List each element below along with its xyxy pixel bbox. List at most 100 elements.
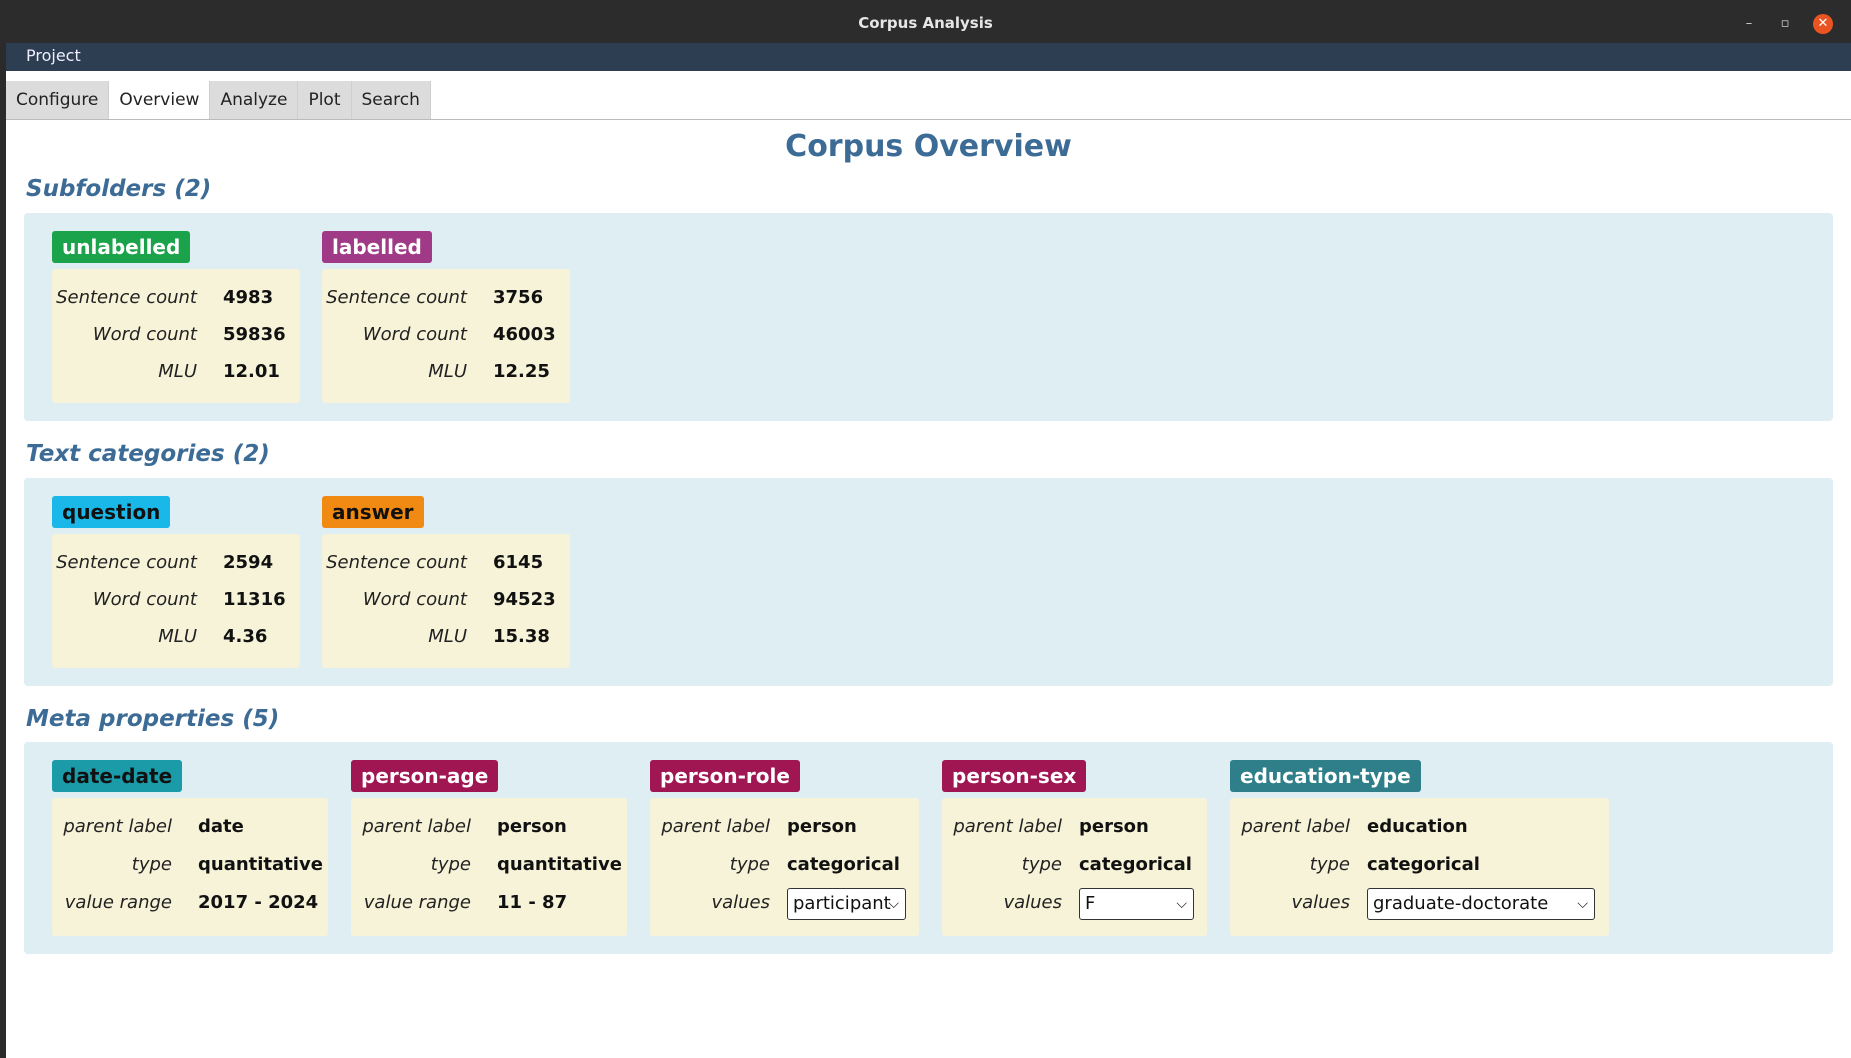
meta-label: type xyxy=(131,854,172,875)
stat-value: 59836 xyxy=(223,324,286,345)
category-stats: Sentence count 2594 Word count 11316 MLU 4.36 xyxy=(52,534,300,668)
tab-search[interactable]: Search xyxy=(351,81,431,119)
stat-label: Sentence count xyxy=(326,287,467,308)
select-value: F xyxy=(1085,893,1096,914)
tab-configure[interactable]: Configure xyxy=(6,81,110,119)
section-title-meta-properties: Meta properties (5) xyxy=(26,706,280,732)
meta-value: categorical xyxy=(787,854,900,875)
meta-row: values graduate-doctorate ⌵ xyxy=(1230,888,1609,920)
meta-card-person-sex: person-sex parent label person type categori… xyxy=(942,760,1207,938)
values-select[interactable]: participant ⌵ xyxy=(787,888,906,920)
meta-label: parent label xyxy=(661,816,770,837)
category-card-question: question Sentence count 2594 Word count 1131… xyxy=(52,496,300,668)
menu-project[interactable]: Project xyxy=(26,46,81,65)
subfolder-card-labelled: labelled Sentence count 3756 Word count 4600… xyxy=(322,231,570,403)
stat-label: Word count xyxy=(362,324,467,345)
category-stats: Sentence count 6145 Word count 94523 MLU 15.3… xyxy=(322,534,570,668)
meta-row: values participant ⌵ xyxy=(650,888,919,920)
app-content: Configure Overview Analyze Plot Search C… xyxy=(6,71,1851,1058)
subfolders-panel: unlabelled Sentence count 4983 Word count 59… xyxy=(24,213,1833,421)
stat-row: Sentence count 4983 xyxy=(52,287,300,311)
meta-card-person-role: person-role parent label person type categor… xyxy=(650,760,919,938)
meta-value: education xyxy=(1367,816,1468,837)
meta-properties-panel: date-date parent label date type quantitativ… xyxy=(24,742,1833,954)
stat-label: MLU xyxy=(158,626,197,647)
meta-row: type quantitative xyxy=(351,854,627,878)
tab-divider xyxy=(6,119,1851,120)
meta-value: person xyxy=(787,816,857,837)
minimize-icon[interactable]: – xyxy=(1741,16,1757,32)
meta-row: type categorical xyxy=(942,854,1207,878)
meta-label: value range xyxy=(363,892,471,913)
stat-row: Sentence count 2594 xyxy=(52,552,300,576)
meta-value: person xyxy=(497,816,567,837)
meta-label: parent label xyxy=(63,816,172,837)
meta-label: values xyxy=(1291,892,1350,913)
stat-label: Sentence count xyxy=(326,552,467,573)
meta-tag: person-age xyxy=(351,760,499,792)
tab-plot[interactable]: Plot xyxy=(298,81,352,119)
meta-row: type categorical xyxy=(650,854,919,878)
values-select[interactable]: F ⌵ xyxy=(1079,888,1194,920)
meta-properties: parent label date type quantitative value ra… xyxy=(52,798,328,936)
stat-value: 11316 xyxy=(223,589,286,610)
select-value: participant xyxy=(793,893,891,914)
stat-row: Word count 46003 xyxy=(322,324,570,348)
meta-label: type xyxy=(1021,854,1062,875)
tab-overview[interactable]: Overview xyxy=(109,81,211,119)
meta-value: 2017 - 2024 xyxy=(198,892,319,913)
stat-row: MLU 15.38 xyxy=(322,626,570,650)
meta-value: quantitative xyxy=(497,854,622,875)
page-title: Corpus Overview xyxy=(785,129,1072,164)
stat-row: Word count 11316 xyxy=(52,589,300,613)
tab-analyze[interactable]: Analyze xyxy=(210,81,299,119)
meta-row: type categorical xyxy=(1230,854,1609,878)
meta-properties: parent label person type categorical values p… xyxy=(650,798,919,936)
maximize-icon[interactable]: ▫ xyxy=(1777,16,1793,32)
meta-row: value range 11 - 87 xyxy=(351,892,627,916)
meta-label: parent label xyxy=(1241,816,1350,837)
meta-card-education-type: education-type parent label education type c… xyxy=(1230,760,1609,938)
stat-label: MLU xyxy=(428,626,467,647)
meta-row: type quantitative xyxy=(52,854,328,878)
select-value: graduate-doctorate xyxy=(1373,893,1549,914)
stat-label: Word count xyxy=(92,324,197,345)
stat-label: Word count xyxy=(362,589,467,610)
text-categories-panel: question Sentence count 2594 Word count 1131… xyxy=(24,478,1833,686)
meta-row: parent label person xyxy=(650,816,919,840)
subfolder-stats: Sentence count 4983 Word count 59836 MLU 12.0… xyxy=(52,269,300,403)
meta-label: values xyxy=(1003,892,1062,913)
meta-row: parent label person xyxy=(351,816,627,840)
stat-row: MLU 4.36 xyxy=(52,626,300,650)
section-title-text-categories: Text categories (2) xyxy=(26,441,270,467)
meta-tag: date-date xyxy=(52,760,183,792)
meta-row: parent label date xyxy=(52,816,328,840)
meta-properties: parent label person type categorical values F… xyxy=(942,798,1207,936)
meta-label: parent label xyxy=(953,816,1062,837)
stat-value: 12.01 xyxy=(223,361,280,382)
subfolder-tag: unlabelled xyxy=(52,231,191,263)
meta-value: 11 - 87 xyxy=(497,892,568,913)
meta-row: values F ⌵ xyxy=(942,888,1207,920)
meta-properties: parent label person type quantitative value … xyxy=(351,798,627,936)
close-icon[interactable]: ✕ xyxy=(1813,14,1833,34)
meta-label: value range xyxy=(64,892,172,913)
category-tag: question xyxy=(52,496,171,528)
meta-value: date xyxy=(198,816,244,837)
stat-value: 2594 xyxy=(223,552,274,573)
stat-label: Sentence count xyxy=(56,287,197,308)
meta-card-person-age: person-age parent label person type quantita… xyxy=(351,760,627,938)
stat-value: 15.38 xyxy=(493,626,550,647)
subfolder-card-unlabelled: unlabelled Sentence count 4983 Word count 59… xyxy=(52,231,300,403)
meta-tag: person-sex xyxy=(942,760,1087,792)
meta-value: person xyxy=(1079,816,1149,837)
stat-value: 12.25 xyxy=(493,361,550,382)
menu-bar: Project xyxy=(6,43,1851,71)
values-select[interactable]: graduate-doctorate ⌵ xyxy=(1367,888,1595,920)
category-tag: answer xyxy=(322,496,424,528)
stat-label: MLU xyxy=(158,361,197,382)
category-card-answer: answer Sentence count 6145 Word count 94523 M… xyxy=(322,496,570,668)
meta-value: quantitative xyxy=(198,854,323,875)
stat-label: MLU xyxy=(428,361,467,382)
meta-tag: education-type xyxy=(1230,760,1421,792)
